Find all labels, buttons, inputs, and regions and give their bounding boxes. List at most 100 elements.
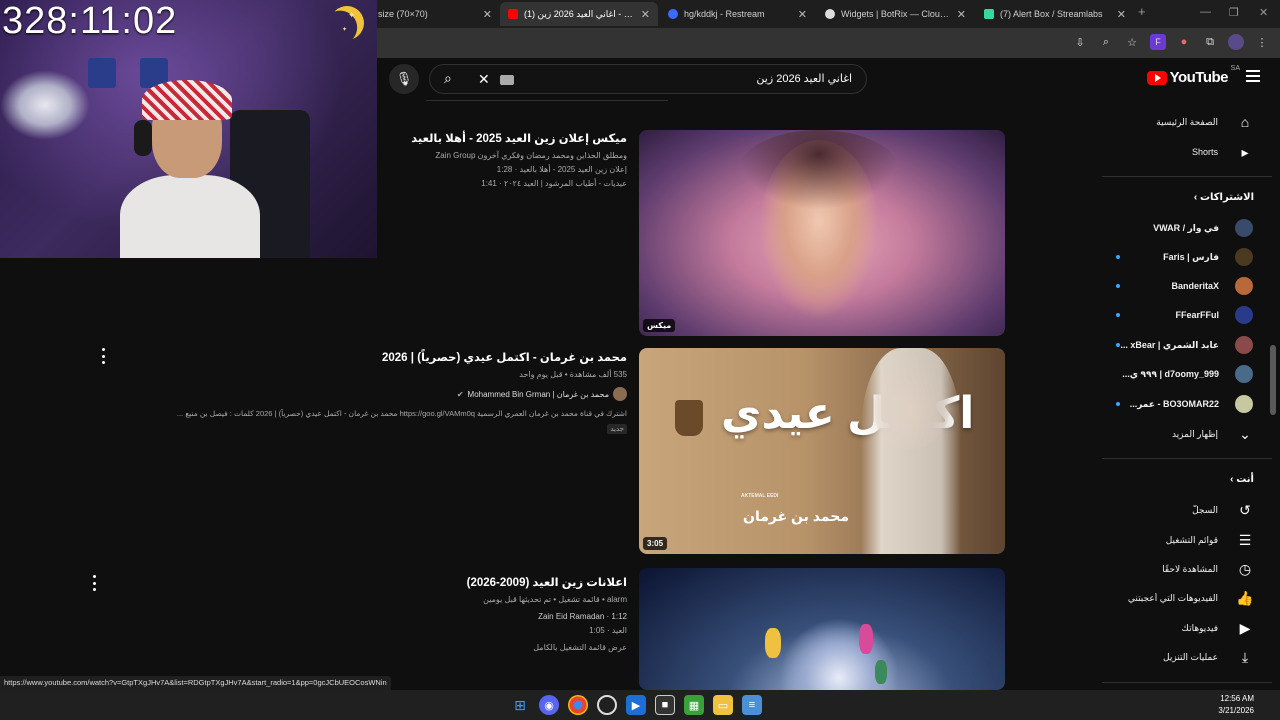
tab-title: Widgets | BotRix — Cloud Strea... <box>841 9 951 19</box>
botrix-favicon-icon <box>825 9 835 19</box>
voice-search-mic-icon[interactable]: 🎙 <box>389 64 419 94</box>
sidebar-item-home[interactable]: ⌂ الصفحة الرئيسية <box>1110 108 1280 136</box>
playlist-result[interactable]: اعلانات زين العيد (2009-2026) alarm • قا… <box>167 575 627 657</box>
close-tab-icon[interactable]: ✕ <box>641 8 650 21</box>
tab-size[interactable]: size (70×70) ✕ <box>370 2 500 26</box>
sidebar-item-label: BO3OMAR22 - عمر... <box>1129 398 1219 409</box>
close-tab-icon[interactable]: ✕ <box>798 8 807 21</box>
search-input[interactable]: اغاني العيد 2026 زين ✕ ⌕ <box>429 64 867 94</box>
divider <box>426 100 668 101</box>
more-actions-icon[interactable] <box>89 575 99 591</box>
video-thumbnail[interactable]: ميكس <box>639 130 1005 336</box>
sidebar-item-label: عابد الشمري | xBear ... <box>1120 339 1219 350</box>
sidebar-item-subscription[interactable]: في وار / VWAR <box>1110 214 1280 242</box>
view-full-playlist-link[interactable]: عرض قائمة التشغيل بالكامل <box>167 643 627 652</box>
file-explorer-icon[interactable]: ▭ <box>713 695 733 715</box>
tab-youtube[interactable]: (1) اغاني العيد 2026 زين - YouTube ✕ <box>500 2 658 26</box>
app-icon[interactable]: ■ <box>655 695 675 715</box>
clear-search-icon[interactable]: ✕ <box>478 71 490 88</box>
bookmark-star-icon[interactable]: ☆ <box>1124 34 1140 50</box>
playlist-title[interactable]: اعلانات زين العيد (2009-2026) <box>167 575 627 589</box>
sidebar-item-liked[interactable]: 👍 الفيديوهات التي أعجبتني <box>1110 584 1280 612</box>
extension-icon[interactable]: ● <box>1176 34 1192 50</box>
streamlabs-favicon-icon <box>984 9 994 19</box>
sidebar-item-watch-later[interactable]: ◷ المشاهدة لاحقًا <box>1110 555 1280 583</box>
channel-name[interactable]: محمد بن غرمان | Mohammed Bin Grman <box>468 390 609 399</box>
profile-avatar-icon[interactable] <box>1228 34 1244 50</box>
more-actions-icon[interactable] <box>98 348 108 364</box>
youtube-play-icon <box>1146 70 1167 85</box>
thumbnail-artist-text: محمد بن غرمان <box>743 508 850 524</box>
you-heading[interactable]: أنت › <box>1110 474 1280 485</box>
obs-icon[interactable] <box>597 695 617 715</box>
subscriptions-heading[interactable]: الاشتراكات › <box>1110 192 1280 203</box>
video-description: اشترك في قناة محمد بن غرمان العمري الرسم… <box>176 409 627 418</box>
guide-menu-icon[interactable] <box>1246 70 1260 82</box>
thumbnail-figure <box>875 660 887 684</box>
app-icon[interactable]: ▶ <box>626 695 646 715</box>
ghutra <box>142 80 232 120</box>
mix-badge: ميكس <box>643 319 676 332</box>
sidebar-item-label: في وار / VWAR <box>1153 222 1219 233</box>
sidebar-item-subscription[interactable]: عابد الشمري | xBear ... <box>1110 331 1280 359</box>
page-scrollbar[interactable] <box>1270 345 1276 415</box>
youtube-logo[interactable]: YouTube SA <box>1146 65 1240 86</box>
playlist-thumbnail[interactable] <box>639 568 1005 690</box>
discord-icon[interactable]: ◉ <box>539 695 559 715</box>
sidebar-item-label: عمليات التنزيل <box>1163 651 1218 662</box>
divider <box>1102 176 1272 177</box>
channel-row[interactable]: محمد بن غرمان | Mohammed Bin Grman ✔ <box>167 387 627 401</box>
sidebar-item-shorts[interactable]: ▸ Shorts <box>1110 138 1280 166</box>
sidebar-item-subscription[interactable]: d7oomy_999 | ٩٩٩ ي... <box>1110 360 1280 388</box>
close-window-icon[interactable]: ✕ <box>1259 6 1268 19</box>
stream-timer: 328:11:02 <box>2 0 178 42</box>
sidebar-item-your-videos[interactable]: ▶ فيديوهاتك <box>1110 614 1280 642</box>
heading-label: أنت <box>1236 474 1254 485</box>
tab-restream[interactable]: hg/kddkj - Restream ✕ <box>660 2 815 26</box>
sidebar-item-subscription[interactable]: فارس | Faris <box>1110 243 1280 271</box>
tab-botrix[interactable]: Widgets | BotRix — Cloud Strea... ✕ <box>817 2 974 26</box>
restore-icon[interactable]: ❐ <box>1229 6 1239 19</box>
minimize-icon[interactable]: — <box>1200 6 1211 18</box>
channel-avatar[interactable] <box>613 387 627 401</box>
liked-icon: 👍 <box>1236 589 1254 606</box>
new-tab-button[interactable]: + <box>1138 4 1146 19</box>
divider <box>1102 458 1272 459</box>
video-thumbnail[interactable]: اكتمل عيدي محمد بن غرمان AKTEMAL EEDI 3:… <box>639 348 1005 554</box>
streamer <box>120 80 260 258</box>
tab-streamlabs[interactable]: (7) Alert Box / Streamlabs ✕ <box>976 2 1134 26</box>
sidebar-item-label: الصفحة الرئيسية <box>1156 116 1218 127</box>
extensions-puzzle-icon[interactable]: ⧉ <box>1202 34 1218 50</box>
notepad-icon[interactable]: ≡ <box>742 695 762 715</box>
minecraft-icon[interactable]: ▦ <box>684 695 704 715</box>
close-tab-icon[interactable]: ✕ <box>483 8 492 21</box>
close-tab-icon[interactable]: ✕ <box>1117 8 1126 21</box>
thumbnail-figure <box>859 624 873 654</box>
video-result[interactable]: محمد بن غرمان - اكتمل عيدي (حصرياً) | 20… <box>167 350 627 436</box>
system-clock[interactable]: 12:56 AM 3/21/2026 <box>1218 693 1254 717</box>
browser-menu-icon[interactable]: ⋮ <box>1254 34 1270 50</box>
sidebar-item-subscription[interactable]: BanderitaX <box>1110 272 1280 300</box>
install-icon[interactable]: ⇩ <box>1072 34 1088 50</box>
channel-avatar <box>1235 219 1253 237</box>
sidebar-item-downloads[interactable]: ⤓ عمليات التنزيل <box>1110 643 1280 671</box>
sidebar-show-more[interactable]: ⌄ إظهار المزيد <box>1110 420 1280 448</box>
zoom-icon[interactable]: ⌕ <box>1098 34 1114 50</box>
extension-icon[interactable]: F <box>1150 34 1166 50</box>
windows-start-icon[interactable]: ⊞ <box>510 695 530 715</box>
sidebar-item-label: FFearFFul <box>1175 310 1219 320</box>
playlist-video[interactable]: Zain Eid Ramadan · 1:12 <box>167 612 627 621</box>
channel-avatar <box>1235 395 1253 413</box>
playlist-video[interactable]: العيد · 1:05 <box>167 626 627 635</box>
chrome-icon[interactable] <box>568 695 588 715</box>
sidebar-item-history[interactable]: ↺ السجلّ <box>1110 496 1280 524</box>
keyboard-icon[interactable] <box>500 75 514 85</box>
sidebar-item-subscription[interactable]: FFearFFul <box>1110 301 1280 329</box>
sidebar-item-subscription[interactable]: BO3OMAR22 - عمر... <box>1110 390 1280 418</box>
channel-avatar <box>1235 248 1253 266</box>
sidebar-item-playlists[interactable]: ☰ قوائم التشغيل <box>1110 526 1280 554</box>
thumbnail-small-text: AKTEMAL EEDI <box>741 493 779 499</box>
video-title[interactable]: محمد بن غرمان - اكتمل عيدي (حصرياً) | 20… <box>167 350 627 364</box>
close-tab-icon[interactable]: ✕ <box>957 8 966 21</box>
search-icon[interactable]: ⌕ <box>444 70 452 87</box>
